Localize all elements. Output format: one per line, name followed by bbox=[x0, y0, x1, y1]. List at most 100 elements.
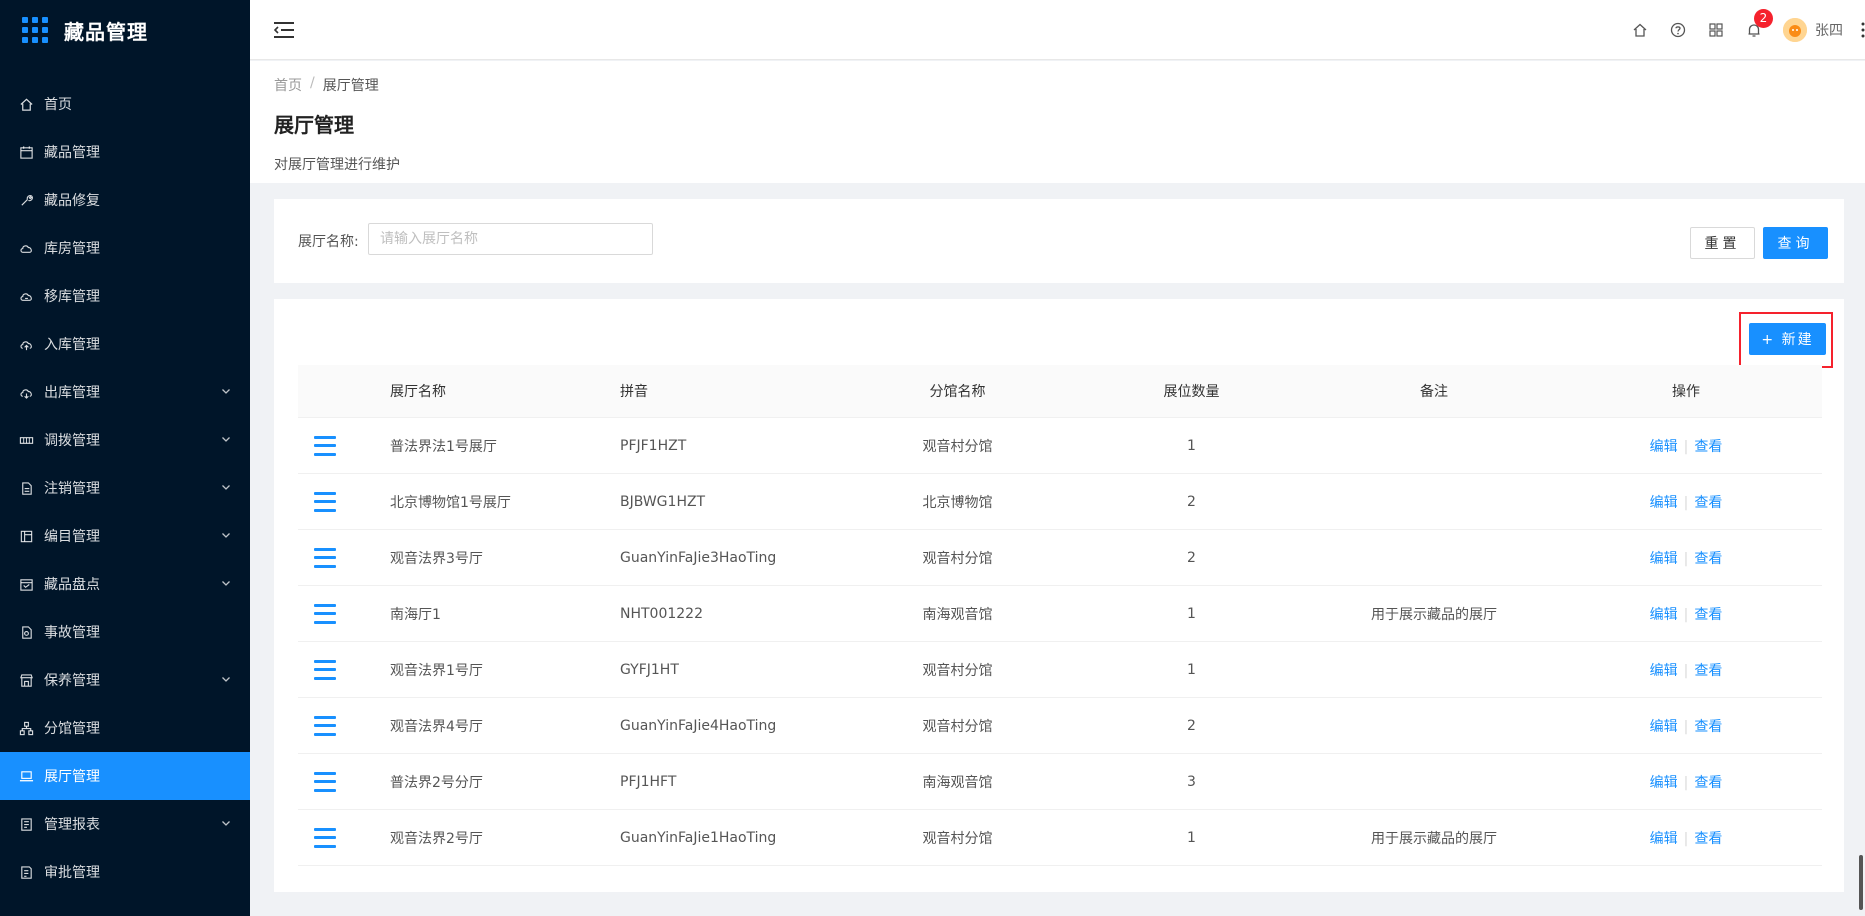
cell-pinyin: PFJ1HFT bbox=[620, 773, 677, 790]
sidebar-item[interactable]: 库房管理 bbox=[0, 224, 250, 272]
action-divider: | bbox=[1683, 662, 1689, 679]
page-title: 展厅管理 bbox=[274, 113, 354, 137]
breadcrumb-home[interactable]: 首页 bbox=[274, 75, 302, 95]
view-link[interactable]: 查看 bbox=[1694, 775, 1722, 791]
edit-link[interactable]: 编辑 bbox=[1650, 495, 1678, 511]
edit-link[interactable]: 编辑 bbox=[1650, 663, 1678, 679]
hall-name-input[interactable] bbox=[368, 223, 653, 255]
sidebar-item-label: 管理报表 bbox=[44, 817, 100, 833]
user-name[interactable]: 张四 bbox=[1815, 20, 1843, 40]
table-row: 观音法界1号厅 GYFJ1HT 观音村分馆 1 编辑 | 查看 bbox=[298, 642, 1822, 698]
sidebar-item[interactable]: 藏品管理 bbox=[0, 128, 250, 176]
sidebar-item[interactable]: 审批管理 bbox=[0, 848, 250, 896]
sidebar-item[interactable]: 管理报表 bbox=[0, 800, 250, 848]
home-icon bbox=[18, 96, 34, 112]
action-divider: | bbox=[1683, 774, 1689, 791]
edit-link[interactable]: 编辑 bbox=[1650, 439, 1678, 455]
file-icon bbox=[18, 480, 34, 496]
view-link[interactable]: 查看 bbox=[1694, 831, 1722, 847]
sidebar-item[interactable]: 藏品盘点 bbox=[0, 560, 250, 608]
chevron-down-icon bbox=[222, 485, 230, 490]
sidebar-item-label: 注销管理 bbox=[44, 481, 100, 497]
search-button[interactable]: 查询 bbox=[1763, 227, 1828, 259]
app-title: 藏品管理 bbox=[64, 19, 148, 44]
help-icon[interactable] bbox=[1669, 21, 1687, 39]
edit-link[interactable]: 编辑 bbox=[1650, 831, 1678, 847]
sidebar-item-label: 移库管理 bbox=[44, 289, 100, 305]
drag-handle-cell bbox=[298, 603, 390, 624]
cell-count: 1 bbox=[1187, 437, 1196, 454]
breadcrumb-separator: / bbox=[310, 75, 315, 91]
cell-name: 观音法界4号厅 bbox=[390, 718, 483, 735]
menu-fold-icon[interactable] bbox=[274, 21, 294, 39]
hall-table: 展厅名称 拼音 分馆名称 展位数量 备注 操作 普法界法1号展厅 PFJF1HZT… bbox=[298, 365, 1822, 866]
sidebar-item[interactable]: 调拨管理 bbox=[0, 416, 250, 464]
edit-link[interactable]: 编辑 bbox=[1650, 775, 1678, 791]
swap-icon bbox=[18, 432, 34, 448]
cell-name: 北京博物馆1号展厅 bbox=[390, 494, 511, 511]
chevron-down-icon bbox=[222, 677, 230, 682]
cell-branch: 观音村分馆 bbox=[922, 662, 993, 679]
action-divider: | bbox=[1683, 550, 1689, 567]
hall-name-label: 展厅名称: bbox=[298, 234, 359, 250]
cell-count: 2 bbox=[1187, 493, 1196, 510]
sidebar-menu: 首页 藏品管理 藏品修复 库房管理移库管理入库管理出库管理 调拨管理注销管理编目管理 藏品… bbox=[0, 80, 250, 896]
cell-name: 观音法界2号厅 bbox=[390, 830, 483, 847]
drag-handle-icon[interactable] bbox=[314, 659, 336, 680]
drag-handle-icon[interactable] bbox=[314, 491, 336, 512]
home-icon[interactable] bbox=[1631, 21, 1649, 39]
sidebar-item-label: 分馆管理 bbox=[44, 721, 100, 737]
sidebar-item[interactable]: 事故管理 bbox=[0, 608, 250, 656]
view-link[interactable]: 查看 bbox=[1694, 439, 1722, 455]
table-row: 观音法界3号厅 GuanYinFaJie3HaoTing 观音村分馆 2 编辑 | 查看 bbox=[298, 530, 1822, 586]
cell-actions: 编辑 | 查看 bbox=[1550, 716, 1822, 736]
sidebar-item[interactable]: 编目管理 bbox=[0, 512, 250, 560]
scrollbar[interactable] bbox=[1859, 855, 1863, 910]
sidebar-item[interactable]: 首页 bbox=[0, 80, 250, 128]
drag-handle-icon[interactable] bbox=[314, 603, 336, 624]
sidebar-item[interactable]: 展厅管理 bbox=[0, 752, 250, 800]
drag-handle-icon[interactable] bbox=[314, 827, 336, 848]
view-link[interactable]: 查看 bbox=[1694, 719, 1722, 735]
drag-handle-icon[interactable] bbox=[314, 435, 336, 456]
view-link[interactable]: 查看 bbox=[1694, 551, 1722, 567]
sidebar-item[interactable]: 藏品修复 bbox=[0, 176, 250, 224]
sidebar-item[interactable]: 保养管理 bbox=[0, 656, 250, 704]
sidebar-item[interactable]: 移库管理 bbox=[0, 272, 250, 320]
cell-count: 1 bbox=[1187, 829, 1196, 846]
sidebar-item[interactable]: 注销管理 bbox=[0, 464, 250, 512]
cell-remark: 用于展示藏品的展厅 bbox=[1371, 830, 1497, 847]
table-row: 南海厅1 NHT001222 南海观音馆 1 用于展示藏品的展厅 编辑 | 查看 bbox=[298, 586, 1822, 642]
appstore-icon[interactable] bbox=[1707, 21, 1725, 39]
sidebar-item-label: 保养管理 bbox=[44, 673, 100, 689]
sidebar-item[interactable]: 分馆管理 bbox=[0, 704, 250, 752]
drag-handle-icon[interactable] bbox=[314, 771, 336, 792]
edit-link[interactable]: 编辑 bbox=[1650, 551, 1678, 567]
more-vertical-icon[interactable] bbox=[1861, 21, 1865, 39]
view-link[interactable]: 查看 bbox=[1694, 607, 1722, 623]
chevron-down-icon bbox=[222, 437, 230, 442]
drag-handle-icon[interactable] bbox=[314, 547, 336, 568]
cell-pinyin: GuanYinFaJie1HaoTing bbox=[620, 829, 777, 846]
bell-icon[interactable]: 2 bbox=[1745, 9, 1773, 39]
cell-remark: 用于展示藏品的展厅 bbox=[1371, 606, 1497, 623]
cell-branch: 南海观音馆 bbox=[922, 606, 993, 623]
app-logo[interactable]: 藏品管理 bbox=[0, 0, 250, 60]
edit-link[interactable]: 编辑 bbox=[1650, 719, 1678, 735]
sidebar-item[interactable]: 出库管理 bbox=[0, 368, 250, 416]
cell-actions: 编辑 | 查看 bbox=[1550, 660, 1822, 680]
column-header-remark: 备注 bbox=[1420, 384, 1448, 400]
view-link[interactable]: 查看 bbox=[1694, 663, 1722, 679]
edit-link[interactable]: 编辑 bbox=[1650, 607, 1678, 623]
avatar[interactable] bbox=[1783, 18, 1807, 42]
sidebar-item-label: 入库管理 bbox=[44, 337, 100, 353]
cell-name: 南海厅1 bbox=[390, 606, 441, 623]
new-button[interactable]: + 新建 bbox=[1749, 323, 1826, 355]
cloud-upload-icon bbox=[18, 336, 34, 352]
drag-handle-icon[interactable] bbox=[314, 715, 336, 736]
reset-button[interactable]: 重置 bbox=[1690, 227, 1755, 259]
view-link[interactable]: 查看 bbox=[1694, 495, 1722, 511]
apps-grid-icon bbox=[22, 17, 48, 43]
laptop-icon bbox=[18, 768, 34, 784]
sidebar-item[interactable]: 入库管理 bbox=[0, 320, 250, 368]
